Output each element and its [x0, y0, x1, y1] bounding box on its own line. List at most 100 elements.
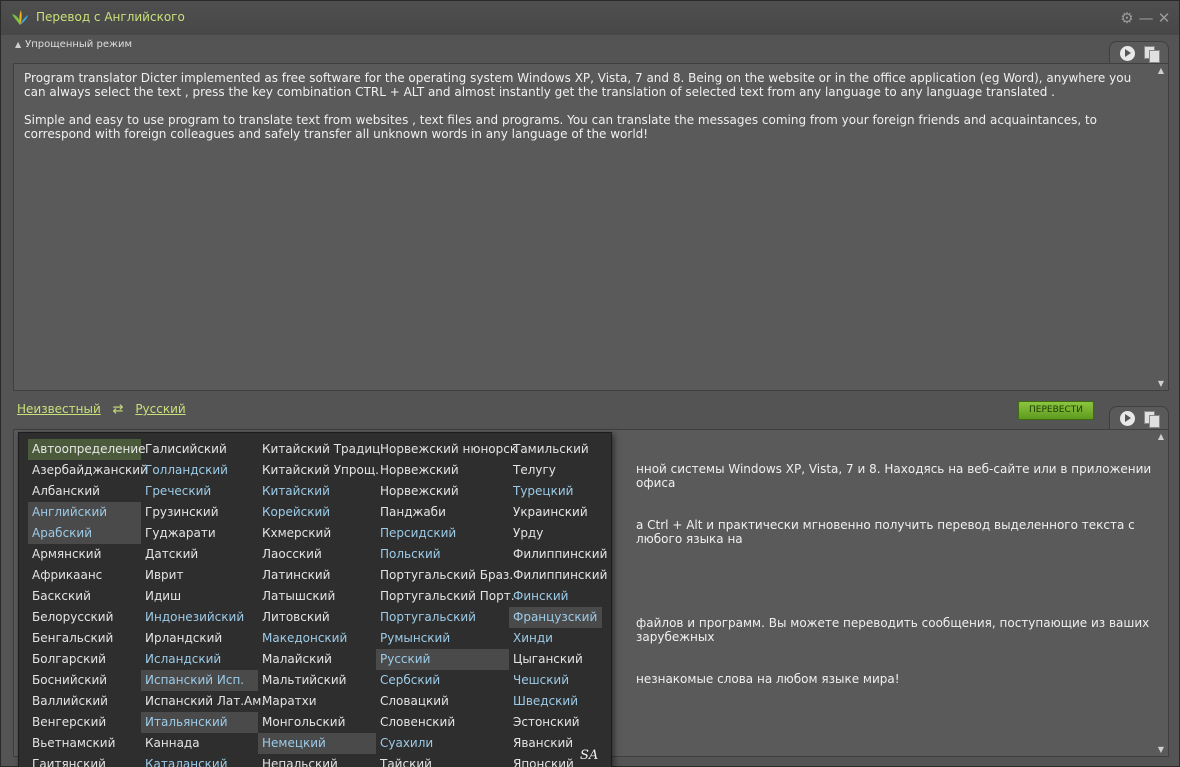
- scroll-up-arrow-icon[interactable]: ▲: [1158, 66, 1164, 75]
- language-option[interactable]: Литовский: [258, 607, 376, 628]
- simple-mode-toggle[interactable]: ▲ Упрощенный режим: [15, 39, 132, 50]
- language-option[interactable]: Бенгальский: [28, 628, 141, 649]
- language-option[interactable]: Панджаби: [376, 502, 509, 523]
- copy-icon[interactable]: [1144, 46, 1160, 63]
- language-option[interactable]: Иврит: [141, 565, 258, 586]
- language-option[interactable]: Турецкий: [509, 481, 602, 502]
- language-option[interactable]: Монгольский: [258, 712, 376, 733]
- language-option[interactable]: Китайский Традиц.: [258, 439, 384, 460]
- language-option[interactable]: Русский: [376, 649, 509, 670]
- language-option[interactable]: Албанский: [28, 481, 141, 502]
- language-option[interactable]: Азербайджанский: [28, 460, 148, 481]
- language-option[interactable]: Автоопределение: [28, 439, 146, 460]
- language-option[interactable]: Немецкий: [258, 733, 376, 754]
- language-option[interactable]: Исландский: [141, 649, 258, 670]
- language-dropdown[interactable]: Автоопределение Азербайджанский Албанский А…: [18, 432, 612, 767]
- target-language-link[interactable]: Русский: [135, 402, 185, 416]
- language-option[interactable]: Норвежский нюнорск: [376, 439, 517, 460]
- language-option[interactable]: Малайский: [258, 649, 376, 670]
- language-option[interactable]: Македонский: [258, 628, 376, 649]
- scroll-down-arrow-icon[interactable]: ▼: [1158, 379, 1164, 388]
- language-option[interactable]: Вьетнамский: [28, 733, 141, 754]
- language-option[interactable]: Мальтийский: [258, 670, 376, 691]
- language-option[interactable]: Валлийский: [28, 691, 141, 712]
- language-option[interactable]: Армянский: [28, 544, 141, 565]
- source-language-link[interactable]: Неизвестный: [17, 402, 101, 416]
- language-option[interactable]: Норвежский: [376, 481, 509, 502]
- language-option[interactable]: Ирландский: [141, 628, 258, 649]
- language-option[interactable]: Португальский: [376, 607, 509, 628]
- language-option[interactable]: Гаитянский: [28, 754, 141, 767]
- translate-button[interactable]: ПЕРЕВЕСТИ: [1018, 401, 1094, 420]
- language-option[interactable]: Финский: [509, 586, 602, 607]
- language-option[interactable]: Латинский: [258, 565, 376, 586]
- language-option[interactable]: Баскский: [28, 586, 141, 607]
- scroll-down-arrow-icon[interactable]: ▼: [1158, 745, 1164, 754]
- language-option[interactable]: Словацкий: [376, 691, 509, 712]
- language-option[interactable]: Испанский Лат.Ам.: [141, 691, 265, 712]
- language-option[interactable]: Чешский: [509, 670, 602, 691]
- language-option[interactable]: Латышский: [258, 586, 376, 607]
- play-icon[interactable]: [1120, 411, 1135, 426]
- language-option[interactable]: Болгарский: [28, 649, 141, 670]
- language-option[interactable]: Португальский Порт.: [376, 586, 515, 607]
- language-option[interactable]: Каталанский: [141, 754, 258, 767]
- language-option[interactable]: Урду: [509, 523, 602, 544]
- language-option[interactable]: Тайский: [376, 754, 509, 767]
- language-selector: Неизвестный ⇄ Русский: [17, 402, 186, 420]
- language-option[interactable]: Арабский: [28, 523, 141, 544]
- language-option[interactable]: Галисийский: [141, 439, 258, 460]
- language-option[interactable]: Корейский: [258, 502, 376, 523]
- language-option[interactable]: Датский: [141, 544, 258, 565]
- language-option[interactable]: Боснийский: [28, 670, 141, 691]
- language-option[interactable]: Португальский Браз.: [376, 565, 513, 586]
- language-option[interactable]: Лаосский: [258, 544, 376, 565]
- language-option[interactable]: Суахили: [376, 733, 509, 754]
- language-option[interactable]: Грузинский: [141, 502, 258, 523]
- copy-icon[interactable]: [1144, 411, 1160, 428]
- language-option[interactable]: Китайский: [258, 481, 376, 502]
- language-option[interactable]: Французский: [509, 607, 602, 628]
- language-option[interactable]: Английский: [28, 502, 141, 523]
- gear-icon[interactable]: ⚙: [1119, 10, 1135, 26]
- source-text[interactable]: Program translator Dicter implemented as…: [24, 71, 1154, 141]
- language-option[interactable]: Итальянский: [141, 712, 258, 733]
- mode-label: Упрощенный режим: [25, 39, 133, 50]
- language-option[interactable]: Тамильский: [509, 439, 602, 460]
- language-option[interactable]: Цыганский: [509, 649, 602, 670]
- language-option[interactable]: Сербский: [376, 670, 509, 691]
- language-option[interactable]: Индонезийский: [141, 607, 258, 628]
- scroll-up-arrow-icon[interactable]: ▲: [1158, 432, 1164, 441]
- language-option[interactable]: Гуджарати: [141, 523, 258, 544]
- language-option[interactable]: Эстонский: [509, 712, 602, 733]
- language-option[interactable]: Кхмерский: [258, 523, 376, 544]
- language-option[interactable]: Польский: [376, 544, 509, 565]
- language-option[interactable]: Филиппинский: [509, 544, 607, 565]
- language-option[interactable]: Идиш: [141, 586, 258, 607]
- language-option[interactable]: Норвежский: [376, 460, 509, 481]
- language-option[interactable]: Персидский: [376, 523, 509, 544]
- close-icon[interactable]: ✕: [1156, 10, 1172, 26]
- language-option[interactable]: Венгерский: [28, 712, 141, 733]
- language-option[interactable]: Голландский: [141, 460, 258, 481]
- source-text-panel[interactable]: Program translator Dicter implemented as…: [13, 63, 1169, 391]
- language-option[interactable]: Испанский Исп.: [141, 670, 258, 691]
- language-option[interactable]: Румынский: [376, 628, 509, 649]
- language-option[interactable]: Каннада: [141, 733, 258, 754]
- language-option[interactable]: Хинди: [509, 628, 602, 649]
- language-option[interactable]: Телугу: [509, 460, 602, 481]
- language-option[interactable]: Африкаанс: [28, 565, 141, 586]
- language-option[interactable]: Греческий: [141, 481, 258, 502]
- language-option[interactable]: Украинский: [509, 502, 602, 523]
- play-icon[interactable]: [1120, 46, 1135, 61]
- language-option[interactable]: Словенский: [376, 712, 509, 733]
- language-option[interactable]: Белорусский: [28, 607, 141, 628]
- language-option[interactable]: Шведский: [509, 691, 602, 712]
- language-option[interactable]: Непальский: [258, 754, 376, 767]
- swap-languages-icon[interactable]: ⇄: [113, 402, 124, 417]
- language-option[interactable]: Китайский Упрощ.: [258, 460, 379, 481]
- language-option[interactable]: Маратхи: [258, 691, 376, 712]
- title-bar[interactable]: Перевод с Английского ⚙ — ✕: [1, 1, 1179, 35]
- language-option[interactable]: Филиппинский: [509, 565, 607, 586]
- minimize-icon[interactable]: —: [1138, 10, 1154, 26]
